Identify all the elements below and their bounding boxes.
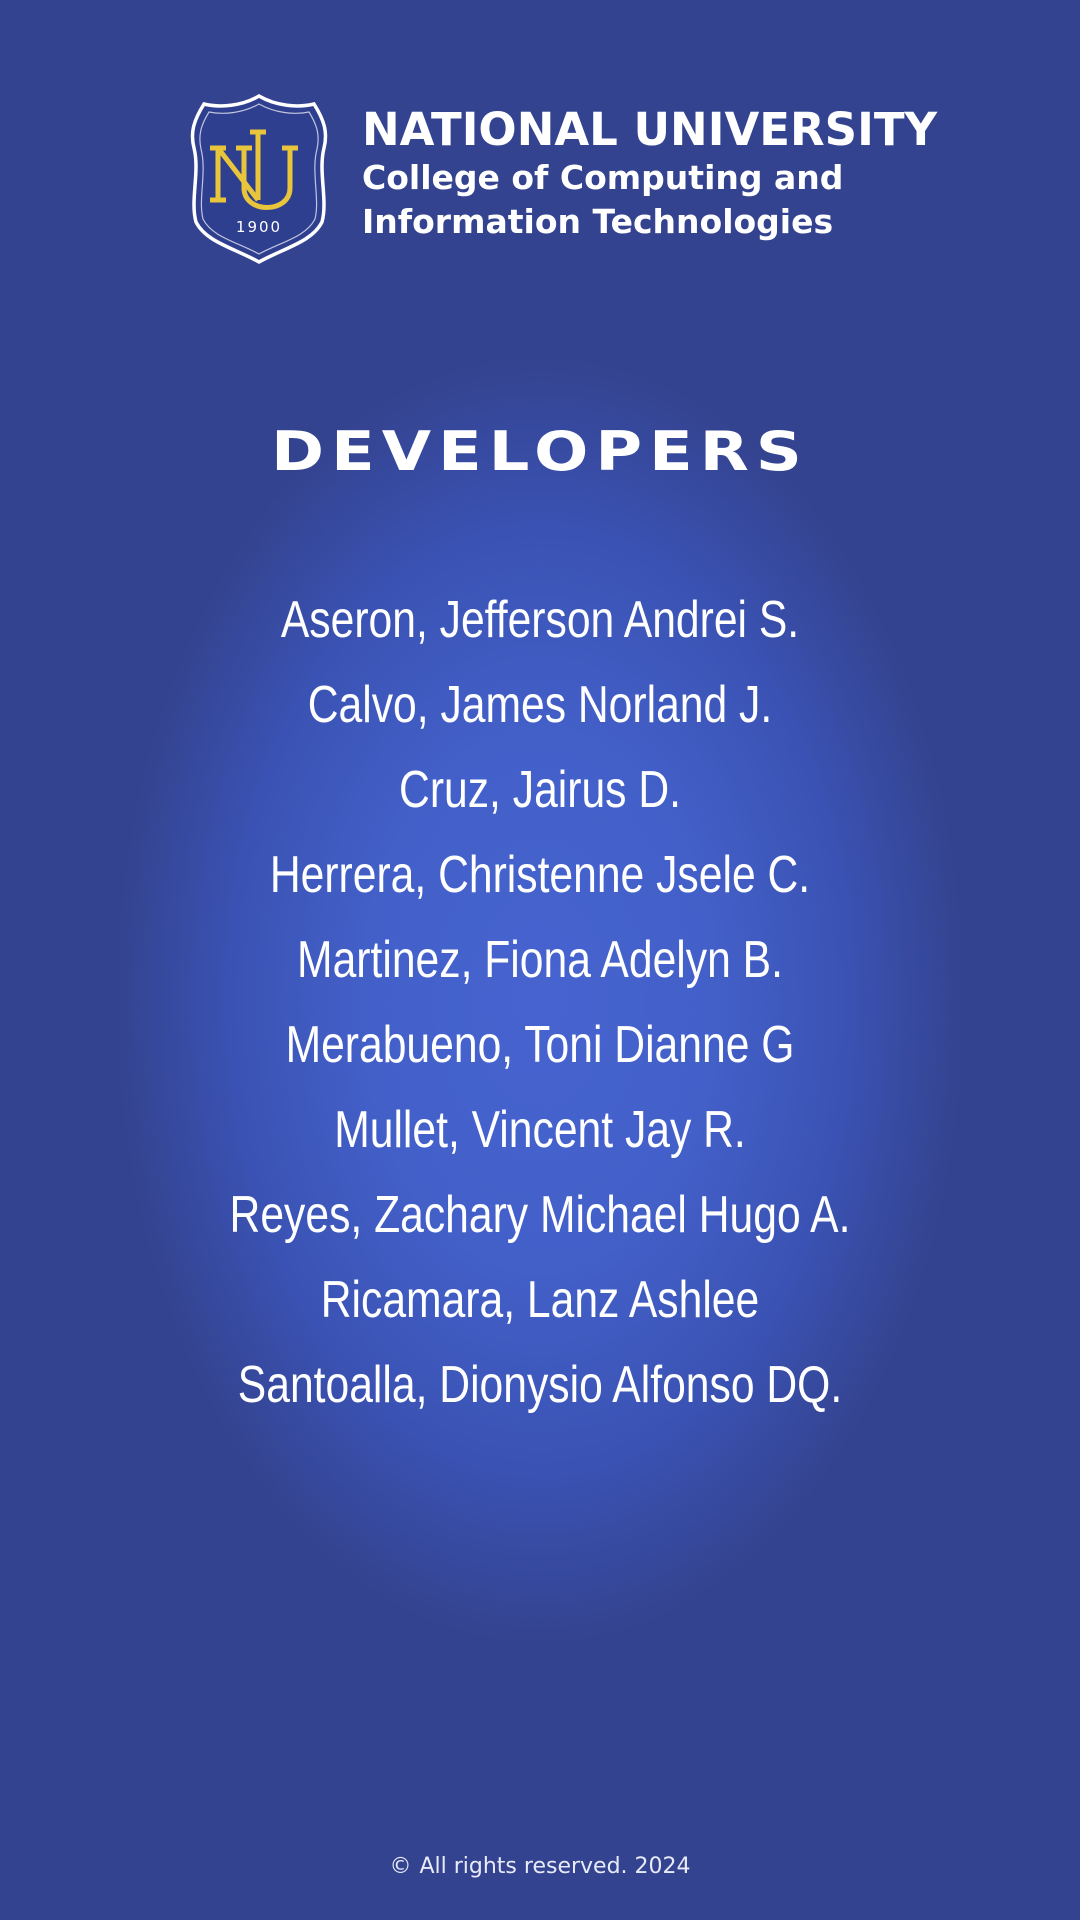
svg-text:1900: 1900 [236,218,282,236]
header-text-block: NATIONAL UNIVERSITY College of Computing… [362,104,937,244]
college-name-line-2: Information Technologies [362,202,834,241]
developer-name: Martinez, Fiona Adelyn B. [297,931,783,989]
university-name: NATIONAL UNIVERSITY [362,103,938,156]
developer-name: Santoalla, Dionysio Alfonso DQ. [237,1356,843,1414]
college-name-line-1: College of Computing and [362,158,844,197]
developer-name: Merabueno, Toni Dianne G [285,1016,795,1074]
developer-name: Calvo, James Norland J. [307,676,773,734]
university-crest-logo: 1900 [190,93,328,265]
developer-name: Cruz, Jairus D. [399,761,681,819]
developers-heading: DEVELOPERS [271,420,809,483]
copyright-text: All rights reserved. 2024 [419,1854,691,1879]
developer-name: Herrera, Christenne Jsele C. [269,846,811,904]
developer-name: Aseron, Jefferson Andrei S. [280,591,800,649]
footer-copyright: © All rights reserved. 2024 [0,1854,1080,1879]
developer-name: Mullet, Vincent Jay R. [334,1101,746,1159]
developer-name: Ricamara, Lanz Ashlee [320,1271,760,1329]
copyright-icon: © [389,1854,412,1879]
app-header: 1900 NATIONAL UNIVERSITY College of Comp… [186,92,937,272]
developer-name: Reyes, Zachary Michael Hugo A. [229,1186,851,1244]
developer-list: Aseron, Jefferson Andrei S. Calvo, James… [0,585,1080,1435]
